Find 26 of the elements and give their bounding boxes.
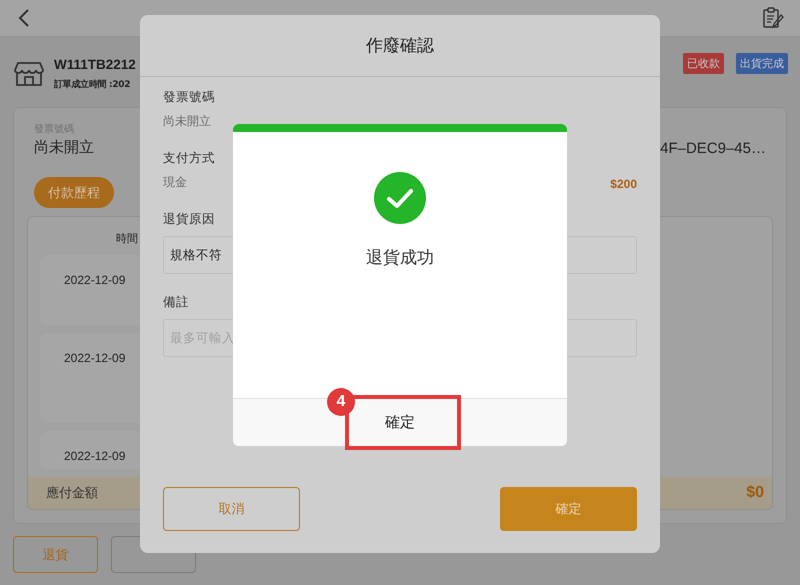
- success-message: 退貨成功: [366, 247, 434, 269]
- status-tag: 已收款: [683, 52, 724, 74]
- check-circle-icon: [374, 172, 426, 224]
- modal-title: 作廢確認: [366, 35, 434, 57]
- order-created-time: 訂單成立時間 :202: [54, 78, 132, 91]
- store-icon: [14, 60, 44, 87]
- status-tag: 出貨完成: [736, 52, 788, 74]
- column-header: 時間: [116, 231, 138, 246]
- field-label: 退貨原因: [163, 211, 216, 228]
- field-value: 現金: [163, 174, 187, 191]
- order-number: W111TB2212: [54, 56, 137, 72]
- invoice-value: 尚未開立: [34, 138, 94, 157]
- total-amount: $0: [746, 484, 764, 502]
- total-label: 應付金額: [46, 484, 98, 502]
- cancel-button[interactable]: 取消: [163, 487, 300, 531]
- confirm-button[interactable]: 確定: [500, 487, 637, 531]
- field-value: 尚未開立: [163, 113, 212, 130]
- field-label: 發票號碼: [163, 89, 216, 106]
- back-icon[interactable]: [18, 8, 30, 27]
- payment-amount: $200: [610, 177, 637, 191]
- clipboard-edit-icon[interactable]: [762, 6, 784, 29]
- invoice-code: 4F–DEC9–45…: [660, 140, 766, 157]
- field-label: 備註: [163, 294, 190, 311]
- tab[interactable]: 付款歷程: [34, 177, 114, 208]
- return-button[interactable]: 退貨: [13, 536, 98, 573]
- field-label: 支付方式: [163, 150, 216, 167]
